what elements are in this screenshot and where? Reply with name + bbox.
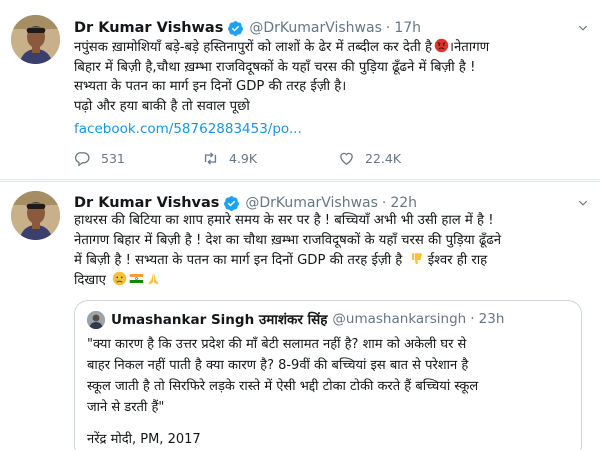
avatar-photo-icon <box>11 15 60 64</box>
tweet-text-line: दिखाए <box>74 271 589 291</box>
verified-badge-icon <box>224 195 240 211</box>
tweet-text-line: में बिज़ी है ! सभ्यता के पतन का मार्ग इन… <box>74 253 488 268</box>
tweet-text-line: हाथरस की बिटिया का शाप हमारे समय के सर प… <box>74 213 494 228</box>
separator-dot: · <box>385 20 391 36</box>
author-handle[interactable]: @DrKumarVishwas <box>249 20 382 36</box>
retweet-button[interactable]: 4.9K <box>202 150 257 167</box>
separator-dot: · <box>470 311 475 327</box>
quoted-text: "क्या कारण है कि उत्तर प्रदेश की माँ बेट… <box>87 334 577 418</box>
tweet-text-line: सभ्यता के पतन का मार्ग इन दिनों GDP की त… <box>74 79 347 94</box>
author-handle[interactable]: @DrKumarVishwas <box>245 195 378 211</box>
quoted-text-line: स्कूल जाती है तो सिरफिरे लड़के रास्ते मे… <box>87 379 479 394</box>
quoted-tweet[interactable]: Umashankar Singh उमाशंकर सिंह @umashanka… <box>74 300 582 450</box>
tweet-text-line: बिहार में बिज़ी है,चौथा ख़म्भा राजविदूषक… <box>74 59 476 75</box>
avatar[interactable] <box>11 191 60 240</box>
tweet-time[interactable]: 17h <box>394 20 421 36</box>
author-name[interactable]: Dr Kumar Vishwas <box>74 20 223 36</box>
tweet-text-line: नेतागण बिहार में बिज़ी है ! देश का चौथा … <box>74 233 502 248</box>
quoted-text-line: जाने से डरती हैं" <box>87 400 165 415</box>
chevron-down-icon[interactable] <box>576 21 590 35</box>
india-flag-icon <box>129 274 144 283</box>
quoted-text-line: बाहर निकल नहीं पाती है क्या कारण है? 8-9… <box>87 358 469 373</box>
thumbs-down-icon <box>411 253 422 265</box>
tweet-actions: 531 4.9K 22.4K <box>74 150 434 170</box>
retweet-count: 4.9K <box>229 151 258 166</box>
like-button[interactable]: 22.4K <box>338 150 401 167</box>
folded-hands-icon <box>148 272 159 285</box>
tweet-time[interactable]: 22h <box>390 195 417 211</box>
heart-icon <box>340 152 353 165</box>
reply-button[interactable]: 531 <box>74 150 125 167</box>
author-name[interactable]: Dr Kumar Vishvas <box>74 195 219 211</box>
quoted-avatar[interactable] <box>87 311 105 329</box>
quoted-signature: नरेंद्र मोदी, PM, 2017 <box>87 432 201 447</box>
tweet-text: नपुंसक ख़ामोशियाँ बड़े-बड़े हस्तिनापुरों… <box>74 38 589 116</box>
angry-face-icon <box>434 38 449 53</box>
separator-dot: · <box>381 195 387 211</box>
external-link[interactable]: facebook.com/58762883453/po... <box>74 121 302 137</box>
chevron-down-icon[interactable] <box>576 196 590 210</box>
tweet-text-line: पढ़ो और हया बाकी है तो सवाल पूछो <box>74 98 250 114</box>
avatar-photo-icon <box>11 191 60 240</box>
quoted-text-line: "क्या कारण है कि उत्तर प्रदेश की माँ बेट… <box>87 337 467 352</box>
retweet-icon <box>204 152 217 165</box>
quoted-author-handle: @umashankarsingh <box>332 311 467 327</box>
tweet-text-line: नपुंसक ख़ामोशियाँ बड़े-बड़े हस्तिनापुरों… <box>74 38 490 55</box>
avatar-photo-icon <box>87 311 105 329</box>
tweet-1[interactable]: Dr Kumar Vishwas @DrKumarVishwas · 17h न… <box>0 0 600 180</box>
tweet-header: Dr Kumar Vishwas @DrKumarVishwas · 17h <box>74 17 421 39</box>
reply-icon <box>74 152 90 167</box>
quoted-header: Umashankar Singh उमाशंकर सिंह @umashanka… <box>111 310 504 328</box>
tweet-2[interactable]: Dr Kumar Vishvas @DrKumarVishwas · 22h ह… <box>0 181 600 450</box>
reply-count: 531 <box>101 151 125 166</box>
quoted-time: 23h <box>478 311 505 327</box>
quoted-author-name: Umashankar Singh उमाशंकर सिंह <box>111 312 328 328</box>
verified-badge-icon <box>228 20 244 36</box>
like-count: 22.4K <box>365 151 402 166</box>
tweet-text: हाथरस की बिटिया का शाप हमारे समय के सर प… <box>74 211 589 291</box>
crying-face-icon <box>112 271 127 286</box>
avatar[interactable] <box>11 15 60 64</box>
